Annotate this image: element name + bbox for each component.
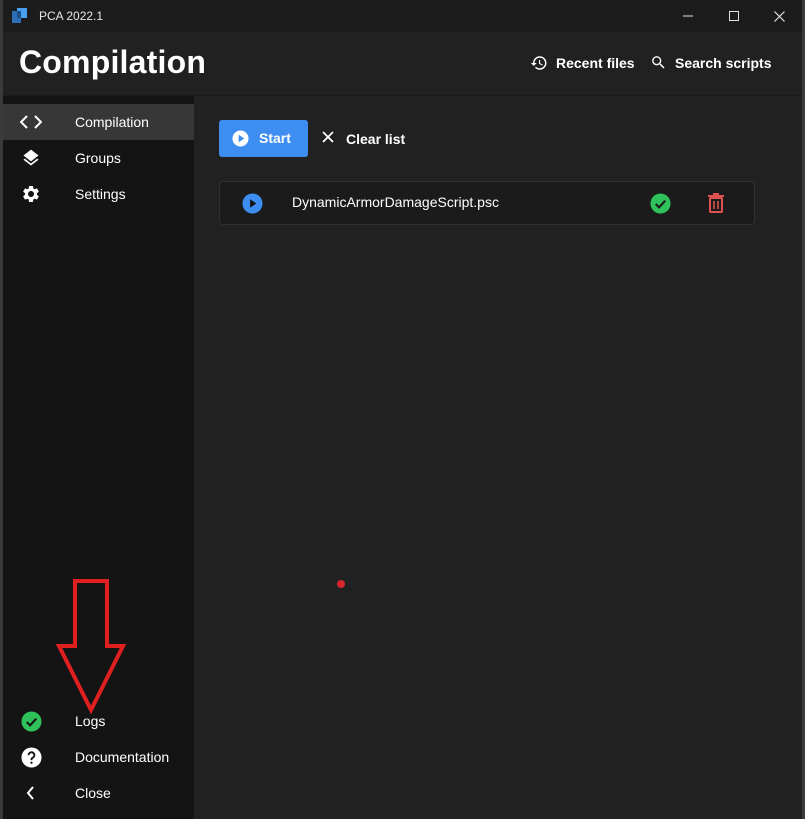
check-circle-icon [650,193,671,219]
sidebar-item-documentation[interactable]: Documentation [3,739,194,775]
close-window-button[interactable] [756,0,802,32]
chevron-left-icon [20,782,42,804]
script-name: DynamicArmorDamageScript.psc [292,194,499,210]
help-circle-icon [20,746,42,768]
page-header: Compilation Recent files Search scripts [3,32,802,96]
title-bar: PCA 2022.1 [3,0,802,32]
minimize-icon [683,11,693,21]
close-icon [773,10,785,22]
search-scripts-label: Search scripts [675,54,772,71]
clear-list-button[interactable]: Clear list [322,120,405,157]
sidebar-item-label: Documentation [75,749,170,765]
maximize-icon [729,11,739,21]
check-circle-icon [20,710,42,732]
sidebar-item-close[interactable]: Close [3,775,194,811]
start-button[interactable]: Start [219,120,308,157]
clear-list-label: Clear list [346,130,406,147]
layers-icon [20,147,42,169]
sidebar-item-compilation[interactable]: Compilation [3,104,194,140]
history-icon [530,54,548,72]
search-scripts-button[interactable]: Search scripts [650,54,772,71]
window-title: PCA 2022.1 [39,9,104,23]
clear-icon [322,130,334,148]
red-dot-marker [337,580,345,588]
code-brackets-icon [20,111,42,133]
maximize-button[interactable] [711,0,757,32]
recent-files-button[interactable]: Recent files [530,54,635,72]
sidebar-item-label: Settings [75,186,126,202]
main-content: Start Clear list DynamicArmorDamageScrip… [194,96,802,819]
play-circle-icon [232,130,249,152]
minimize-button[interactable] [665,0,711,32]
sidebar-item-label: Compilation [75,114,149,130]
sidebar-item-settings[interactable]: Settings [3,176,194,212]
gear-icon [20,183,42,205]
search-icon [650,54,667,71]
play-circle-icon[interactable] [242,193,263,219]
list-item: DynamicArmorDamageScript.psc [219,181,755,225]
sidebar-item-groups[interactable]: Groups [3,140,194,176]
page-title: Compilation [19,44,207,80]
app-logo-icon [12,8,27,23]
sidebar-item-label: Groups [75,150,121,166]
sidebar-item-label: Close [75,785,111,801]
annotation-arrow-icon [55,578,127,719]
start-button-label: Start [259,130,291,146]
trash-icon[interactable] [708,193,724,218]
recent-files-label: Recent files [556,55,635,71]
app-window: PCA 2022.1 Compilation Recent files Sear… [3,0,802,819]
